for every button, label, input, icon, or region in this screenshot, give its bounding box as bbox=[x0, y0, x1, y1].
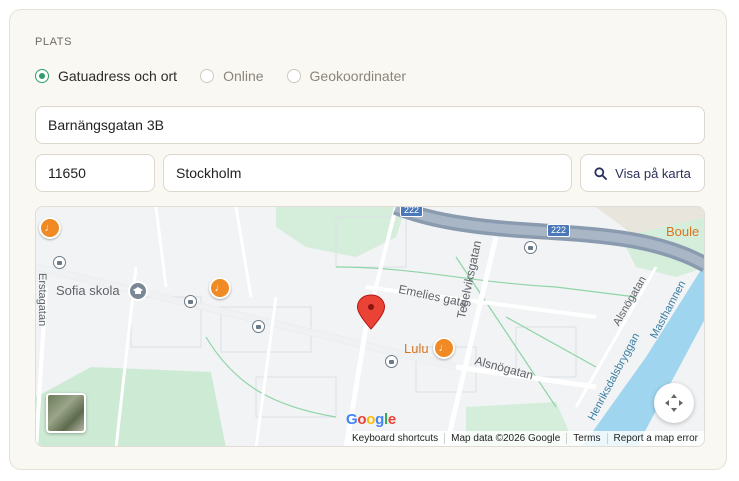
satellite-view-thumbnail[interactable] bbox=[46, 393, 86, 433]
radio-dot bbox=[200, 69, 215, 83]
bus-stop-icon[interactable] bbox=[252, 320, 265, 333]
expand-icon bbox=[665, 394, 683, 412]
map-label-boule: Boule bbox=[666, 224, 700, 239]
keyboard-shortcuts-link[interactable]: Keyboard shortcuts bbox=[346, 433, 444, 444]
bus-stop-icon[interactable] bbox=[524, 241, 537, 254]
route-shield: 222 bbox=[547, 224, 571, 237]
map-attribution-bar: Keyboard shortcuts Map data ©2026 Google… bbox=[345, 431, 704, 446]
location-type-group: Gatuadress och ort Online Geokoordinater bbox=[35, 68, 429, 84]
search-icon bbox=[594, 166, 608, 180]
radio-label: Online bbox=[223, 68, 264, 84]
map-label-lulu: Lulu bbox=[404, 341, 429, 356]
map-label-sofia-skola: Sofia skola bbox=[56, 283, 120, 298]
radio-online[interactable]: Online bbox=[200, 68, 264, 84]
google-logo: Google bbox=[346, 411, 396, 428]
restaurant-icon[interactable]: ♩ bbox=[209, 277, 231, 299]
section-label: PLATS bbox=[35, 36, 73, 48]
bus-stop-icon[interactable] bbox=[53, 256, 66, 269]
radio-label: Geokoordinater bbox=[309, 68, 407, 84]
show-on-map-label: Visa på karta bbox=[615, 165, 691, 181]
city-input[interactable]: Stockholm bbox=[163, 154, 572, 192]
school-icon[interactable] bbox=[128, 281, 148, 301]
street-address-input[interactable]: Barnängsgatan 3B bbox=[35, 106, 705, 144]
route-shield: 222 bbox=[400, 207, 424, 217]
show-on-map-button[interactable]: Visa på karta bbox=[580, 154, 705, 192]
radio-geocoordinates[interactable]: Geokoordinater bbox=[286, 68, 407, 84]
fullscreen-button[interactable] bbox=[654, 383, 694, 423]
map-data-text: Map data ©2026 Google bbox=[444, 433, 566, 444]
radio-label: Gatuadress och ort bbox=[58, 68, 178, 84]
map-label-erstagatan: Erstagatan bbox=[36, 273, 48, 327]
radio-dot bbox=[35, 69, 49, 83]
bus-stop-icon[interactable] bbox=[184, 295, 197, 308]
radio-street-address[interactable]: Gatuadress och ort bbox=[35, 68, 177, 84]
location-card: PLATS Gatuadress och ort Online Geokoord… bbox=[9, 9, 727, 470]
radio-dot bbox=[286, 69, 301, 83]
map-view[interactable]: 222 222 Sofia skola Erstagatan Emelies g… bbox=[35, 206, 705, 447]
restaurant-icon[interactable]: ♩ bbox=[433, 337, 455, 359]
postal-code-input[interactable]: 11650 bbox=[35, 154, 155, 192]
report-map-error-link[interactable]: Report a map error bbox=[606, 433, 704, 444]
terms-link[interactable]: Terms bbox=[566, 433, 606, 444]
restaurant-icon[interactable]: ♩ bbox=[39, 217, 61, 239]
bus-stop-icon[interactable] bbox=[385, 355, 398, 368]
